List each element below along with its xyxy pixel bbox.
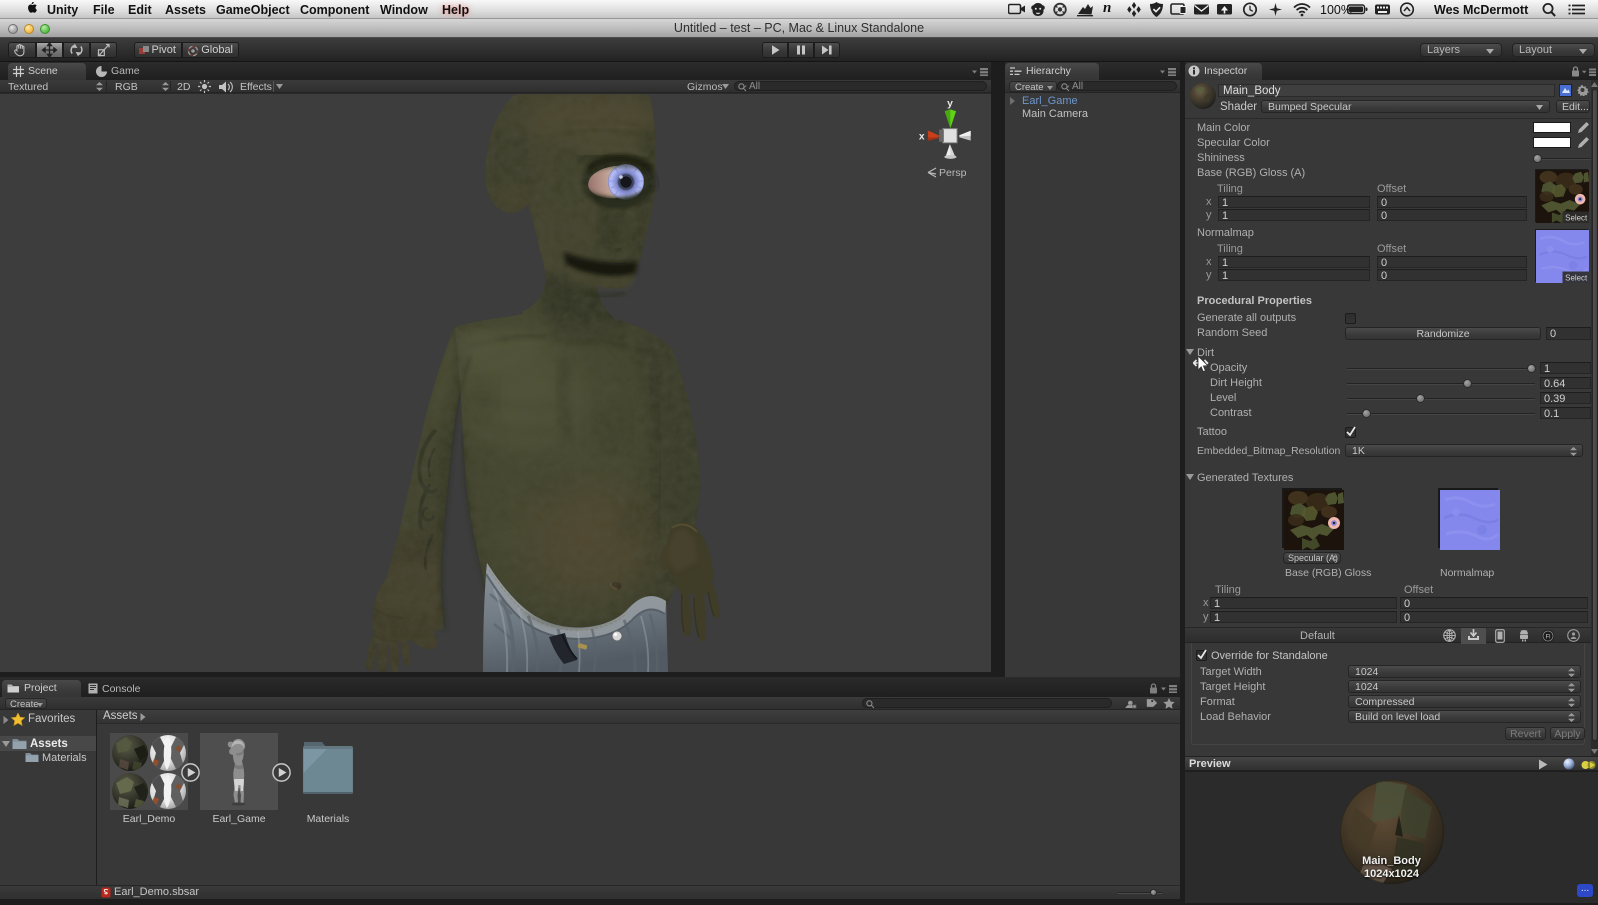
- svg-text:Fl: Fl: [1546, 635, 1551, 641]
- svg-text:Persp: Persp: [939, 167, 967, 179]
- svg-text:Select: Select: [1565, 273, 1588, 282]
- svg-text:x: x: [919, 131, 925, 142]
- svg-text:Select: Select: [1565, 213, 1588, 222]
- svg-text:y: y: [947, 98, 953, 109]
